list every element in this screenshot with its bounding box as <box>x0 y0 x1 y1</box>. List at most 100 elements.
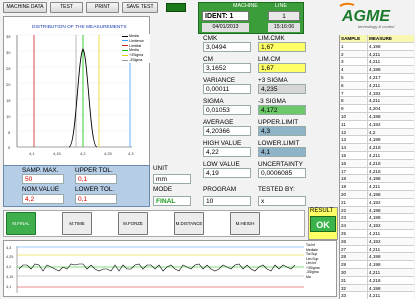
table-row[interactable]: 18 4,198 <box>340 175 414 184</box>
col-measure-header: MEASURE <box>369 36 392 41</box>
measure-cell: 4,198 <box>369 285 381 291</box>
table-row[interactable]: 26 4,192 <box>340 237 414 246</box>
measurement-table[interactable]: SAMPLE MEASURE 1 4,198 2 4,211 3 4,211 4 4,198 5… <box>339 35 414 299</box>
cmk-label: CMK <box>203 35 218 42</box>
measure-cell: 4,192 <box>369 223 381 229</box>
sample-cell: 1 <box>340 42 368 50</box>
table-row[interactable]: 7 4,192 <box>340 89 414 98</box>
table-row[interactable]: 2 4,211 <box>340 50 414 59</box>
sample-cell: 12 <box>340 128 368 136</box>
sample-cell: 3 <box>340 58 368 66</box>
lim-cmk-value: 1,67 <box>258 42 306 52</box>
table-row[interactable]: 14 4,218 <box>340 144 414 152</box>
m-time-button[interactable]: M.TIME <box>62 212 92 235</box>
measure-cell: 4,198 <box>369 176 381 182</box>
table-row[interactable]: 22 4,198 <box>340 206 414 215</box>
table-row[interactable]: 16 4,218 <box>340 159 414 168</box>
sample-cell: 4 <box>340 66 368 73</box>
lim-cm-label: LIM.CM <box>258 56 281 63</box>
measure-cell: 4,192 <box>369 199 381 205</box>
measure-cell: 4,192 <box>369 121 381 127</box>
cm-label: CM <box>203 56 213 63</box>
machine-label: MACHINE <box>233 3 258 9</box>
table-row[interactable]: 20 4,198 <box>340 190 414 199</box>
low-value: 4,19 <box>203 168 251 178</box>
table-row[interactable]: 5 4,217 <box>340 73 414 82</box>
table-row[interactable]: 24 4,192 <box>340 222 414 230</box>
sample-cell: 11 <box>340 120 368 128</box>
test-button[interactable]: TEST <box>50 2 83 13</box>
table-row[interactable]: 11 4,192 <box>340 120 414 129</box>
measure-cell: 4,218 <box>369 145 381 151</box>
table-row[interactable]: 3 4,211 <box>340 58 414 67</box>
histogram-legend: Media Limitenor Limitesl Media +3Sigma -… <box>122 34 150 63</box>
tested-by-label: TESTED BY: <box>258 186 295 193</box>
table-row[interactable]: 29 4,198 <box>340 261 414 269</box>
svg-text:4,2: 4,2 <box>6 265 11 269</box>
table-row[interactable]: 17 4,218 <box>340 167 414 176</box>
measure-cell: 4,198 <box>369 137 381 143</box>
table-row[interactable]: 8 4,211 <box>340 97 414 106</box>
table-row[interactable]: 19 4,211 <box>340 183 414 191</box>
upper-tol-field[interactable]: 0,1 <box>75 174 117 184</box>
lower-tol-field[interactable]: 0,1 <box>75 194 117 204</box>
sample-cell: 5 <box>340 73 368 81</box>
lim-cmk-label: LIM.CMK <box>258 35 285 42</box>
measure-cell: 4,211 <box>369 230 381 236</box>
table-row[interactable]: 21 4,192 <box>340 198 414 207</box>
table-row[interactable]: 31 4,218 <box>340 276 414 285</box>
sample-cell: 7 <box>340 89 368 97</box>
print-button[interactable]: PRINT <box>86 2 119 13</box>
table-row[interactable]: 25 4,211 <box>340 229 414 238</box>
minus3-sigma-label: -3 SIGMA <box>258 98 287 105</box>
samp-max-field[interactable]: 50 <box>22 174 64 184</box>
table-row[interactable]: 27 4,211 <box>340 245 414 254</box>
minus3-sigma-value: 4,172 <box>258 105 306 115</box>
upper-tol-label: UPPER TOL. <box>75 167 113 174</box>
date-field: 04/01/2013 <box>202 23 249 32</box>
sample-cell: 20 <box>340 190 368 198</box>
lim-cm-value: 1,67 <box>258 63 306 73</box>
table-row[interactable]: 10 4,198 <box>340 112 414 121</box>
m-heigh-button[interactable]: M.HEIGH <box>230 212 260 235</box>
measure-cell: 4,211 <box>369 246 381 252</box>
table-row[interactable]: 33 4,211 <box>340 292 414 299</box>
table-row[interactable]: 28 4,198 <box>340 253 414 262</box>
nom-value-field[interactable]: 4,2 <box>22 194 64 204</box>
svg-text:30: 30 <box>6 50 11 55</box>
table-row[interactable]: 13 4,198 <box>340 136 414 145</box>
measure-cell: 4,192 <box>369 90 381 96</box>
histogram-chart: DISTRIBUTION OF THE MEASUREMENTS 35 30 25 … <box>3 16 150 166</box>
legend-item: Ma <box>306 274 311 279</box>
measure-cell: 4,198 <box>369 262 381 268</box>
svg-text:technology & control: technology & control <box>358 24 394 29</box>
lower-limit-label: LOWER.LIMIT <box>258 140 300 147</box>
table-row[interactable]: 4 4,198 <box>340 66 414 74</box>
sample-cell: 8 <box>340 97 368 105</box>
table-row[interactable]: 23 4,198 <box>340 214 414 223</box>
table-row[interactable]: 9 4,204 <box>340 105 414 113</box>
variance-label: VARIANCE <box>203 77 236 84</box>
table-row[interactable]: 32 4,198 <box>340 284 414 293</box>
m-final-button[interactable]: M.FINAL <box>6 212 36 235</box>
lower-limit-value: 4,1 <box>258 147 306 157</box>
table-row[interactable]: 1 4,198 <box>340 42 414 51</box>
samp-max-label: SAMP. MAX. <box>22 167 59 174</box>
table-row[interactable]: 12 4,2 <box>340 128 414 137</box>
program-label: PROGRAM <box>203 186 237 193</box>
nom-value-label: NOM.VALUE <box>22 186 60 193</box>
measure-cell: 4,218 <box>369 168 381 174</box>
measure-cell: 4,198 <box>369 191 381 197</box>
time-field: 15:16:06 <box>268 23 300 32</box>
m-forze-button[interactable]: M.FORZE <box>118 212 148 235</box>
sample-cell: 18 <box>340 175 368 183</box>
machine-data-button[interactable]: MACHINE DATA <box>3 2 47 13</box>
tested-by-field[interactable]: x <box>258 196 306 206</box>
table-row[interactable]: 30 4,211 <box>340 268 414 277</box>
save-test-button[interactable]: SAVE TEST <box>122 2 158 13</box>
m-distance-button[interactable]: M.DISTANCE <box>174 212 204 235</box>
average-value: 4,20366 <box>203 126 251 136</box>
program-field: 10 <box>203 196 251 206</box>
table-row[interactable]: 6 4,211 <box>340 81 414 90</box>
table-row[interactable]: 15 4,211 <box>340 151 414 160</box>
